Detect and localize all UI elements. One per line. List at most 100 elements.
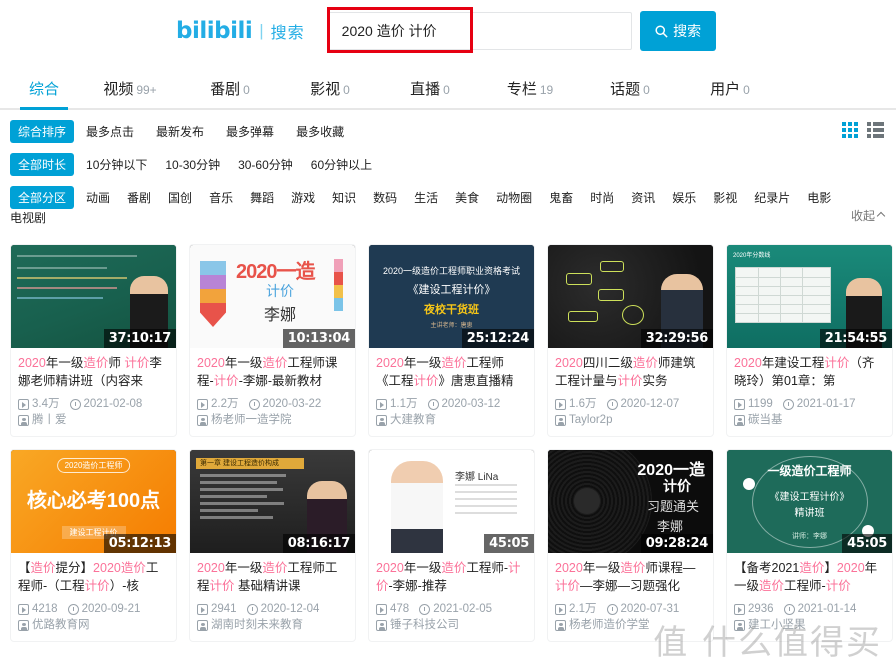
tab-6[interactable]: 话题 0: [580, 78, 680, 108]
zone-option-6[interactable]: 知识: [332, 189, 356, 206]
video-card[interactable]: 2020一造 计价 李娜 10:13:04 2020年一级造价工程师课程-计价-…: [189, 244, 356, 437]
list-view-icon[interactable]: [867, 122, 884, 138]
video-thumbnail[interactable]: 李娜 LiNa 45:05: [369, 450, 534, 553]
zone-option-11[interactable]: 鬼畜: [549, 189, 573, 206]
zone-option-14[interactable]: 娱乐: [672, 189, 696, 206]
search-area: 搜索: [326, 7, 716, 53]
upload-date-value: 2020-03-22: [262, 398, 322, 410]
video-title[interactable]: 2020四川二级造价师建筑工程计量与计价实务: [555, 354, 706, 390]
zone-option-4[interactable]: 舞蹈: [250, 189, 274, 206]
grid-view-icon[interactable]: [842, 122, 858, 138]
video-thumbnail[interactable]: 2020一造 计价 习题通关 李娜 09:28:24: [548, 450, 713, 553]
uploader[interactable]: 湖南时刻未来教育: [197, 617, 348, 633]
zone-option-18[interactable]: 电视剧: [10, 209, 46, 226]
uploader[interactable]: 大建教育: [376, 412, 527, 428]
video-stats: 2936 2021-01-14 建工小坚果: [734, 601, 885, 633]
video-title[interactable]: 2020年一级造价师 计价李娜老师精讲班（内容来: [18, 354, 169, 390]
zone-pill[interactable]: 全部分区: [10, 186, 75, 209]
video-card[interactable]: 2020年分数线 21:54:55 2020年建设工程计价（齐晓玲）第01章：第…: [726, 244, 893, 437]
video-title[interactable]: 2020年一级造价工程师课程-计价-李娜-最新教材: [197, 354, 348, 390]
uploader[interactable]: 碳当基: [734, 412, 885, 428]
uploader-icon: [18, 619, 29, 631]
video-card[interactable]: 李娜 LiNa 45:05 2020年一级造价工程师-计价-李娜-推荐 478 …: [368, 449, 535, 642]
uploader[interactable]: 杨老师造价学堂: [555, 617, 706, 633]
zone-option-1[interactable]: 番剧: [127, 189, 151, 206]
tab-1[interactable]: 视频 99+: [80, 78, 180, 108]
uploader[interactable]: Taylor2p: [555, 412, 706, 428]
zone-option-16[interactable]: 纪录片: [754, 189, 790, 206]
uploader-icon: [734, 414, 745, 426]
play-count: 1.1万: [376, 396, 418, 412]
video-title[interactable]: 2020年一级造价工程师-计价-李娜-推荐: [376, 559, 527, 595]
tab-4[interactable]: 直播 0: [380, 78, 480, 108]
search-input[interactable]: [339, 22, 619, 40]
tab-5[interactable]: 专栏 19: [480, 78, 580, 108]
video-thumbnail[interactable]: 2020一级造价工程师职业资格考试 《建设工程计价》 夜校干货班 主讲老师：唐恵…: [369, 245, 534, 348]
video-thumbnail[interactable]: 第一章 建设工程造价构成 08:16:17: [190, 450, 355, 553]
clock-icon: [69, 398, 81, 410]
video-card[interactable]: 2020一级造价工程师职业资格考试 《建设工程计价》 夜校干货班 主讲老师：唐恵…: [368, 244, 535, 437]
video-thumbnail[interactable]: 2020年分数线 21:54:55: [727, 245, 892, 348]
zone-option-13[interactable]: 资讯: [631, 189, 655, 206]
tab-0[interactable]: 综合: [8, 78, 80, 110]
zone-option-7[interactable]: 数码: [373, 189, 397, 206]
zone-option-12[interactable]: 时尚: [590, 189, 614, 206]
duration-pill[interactable]: 全部时长: [10, 153, 75, 176]
bilibili-logo[interactable]: bilibili | 搜索: [176, 19, 305, 43]
uploader[interactable]: 建工小坚果: [734, 617, 885, 633]
video-title[interactable]: 2020年一级造价工程师《工程计价》唐恵直播精: [376, 354, 527, 390]
upload-date: 2020-03-22: [248, 396, 322, 412]
tab-3[interactable]: 影视 0: [280, 78, 380, 108]
video-title[interactable]: 【备考2021造价】2020年一级造价工程师-计价: [734, 559, 885, 595]
collapse-filters-button[interactable]: 收起: [851, 207, 886, 224]
uploader[interactable]: 优路教育网: [18, 617, 169, 633]
video-title[interactable]: 2020年一级造价工程师工程计价 基础精讲课: [197, 559, 348, 595]
video-thumbnail[interactable]: 一级造价工程师 《建设工程计价》 精讲班 讲师：李娜 45:05: [727, 450, 892, 553]
uploader[interactable]: 杨老师一造学院: [197, 412, 348, 428]
video-thumbnail[interactable]: 2020造价工程师 核心必考100点 建设工程计价 05:12:13: [11, 450, 176, 553]
play-count-value: 2.2万: [211, 398, 239, 410]
zone-option-5[interactable]: 游戏: [291, 189, 315, 206]
duration-option-30-60[interactable]: 30-60分钟: [238, 156, 293, 173]
play-count-value: 1.1万: [390, 398, 418, 410]
zone-option-17[interactable]: 电影: [807, 189, 831, 206]
zone-option-2[interactable]: 国创: [168, 189, 192, 206]
video-card[interactable]: 第一章 建设工程造价构成 08:16:17 2020年一级造价工程师工程计价 基…: [189, 449, 356, 642]
uploader-name: 杨老师一造学院: [211, 414, 292, 426]
sort-option-most-click[interactable]: 最多点击: [86, 123, 134, 140]
video-card[interactable]: 2020一造 计价 习题通关 李娜 09:28:24 2020年一级造价师课程—计价…: [547, 449, 714, 642]
video-title[interactable]: 2020年一级造价师课程—计价—李娜—习题强化: [555, 559, 706, 595]
sort-pill[interactable]: 综合排序: [10, 120, 75, 143]
video-title[interactable]: 2020年建设工程计价（齐晓玲）第01章：第: [734, 354, 885, 390]
zone-option-10[interactable]: 动物圈: [496, 189, 532, 206]
video-thumbnail[interactable]: 2020一造 计价 李娜 10:13:04: [190, 245, 355, 348]
video-card[interactable]: 37:10:17 2020年一级造价师 计价李娜老师精讲班（内容来 3.4万 2…: [10, 244, 177, 437]
duration-option-under-10[interactable]: 10分钟以下: [86, 156, 147, 173]
zone-option-9[interactable]: 美食: [455, 189, 479, 206]
uploader[interactable]: 腾丨爱: [18, 412, 169, 428]
video-card[interactable]: 32:29:56 2020四川二级造价师建筑工程计量与计价实务 1.6万 202…: [547, 244, 714, 437]
video-card[interactable]: 一级造价工程师 《建设工程计价》 精讲班 讲师：李娜 45:05 【备考2021造价…: [726, 449, 893, 642]
video-thumbnail[interactable]: 32:29:56: [548, 245, 713, 348]
zone-option-8[interactable]: 生活: [414, 189, 438, 206]
sort-option-most-danmaku[interactable]: 最多弹幕: [226, 123, 274, 140]
zone-option-0[interactable]: 动画: [86, 189, 110, 206]
play-count-value: 4218: [32, 603, 58, 615]
video-title[interactable]: 【造价提分】2020造价工程师-（工程计价）-核: [18, 559, 169, 595]
sort-filter-row: 综合排序 最多点击 最新发布 最多弹幕 最多收藏: [10, 120, 886, 143]
view-toggle: [842, 122, 884, 138]
tab-7[interactable]: 用户 0: [680, 78, 780, 108]
search-box[interactable]: [326, 12, 632, 50]
search-button[interactable]: 搜索: [639, 11, 716, 51]
tab-2[interactable]: 番剧 0: [180, 78, 280, 108]
duration-option-10-30[interactable]: 10-30分钟: [165, 156, 220, 173]
video-thumbnail[interactable]: 37:10:17: [11, 245, 176, 348]
sort-option-newest[interactable]: 最新发布: [156, 123, 204, 140]
duration-option-over-60[interactable]: 60分钟以上: [311, 156, 372, 173]
zone-option-3[interactable]: 音乐: [209, 189, 233, 206]
uploader[interactable]: 锤子科技公司: [376, 617, 527, 633]
sort-option-most-favorite[interactable]: 最多收藏: [296, 123, 344, 140]
video-card[interactable]: 2020造价工程师 核心必考100点 建设工程计价 05:12:13 【造价提分…: [10, 449, 177, 642]
play-count: 1199: [734, 396, 773, 412]
zone-option-15[interactable]: 影视: [713, 189, 737, 206]
